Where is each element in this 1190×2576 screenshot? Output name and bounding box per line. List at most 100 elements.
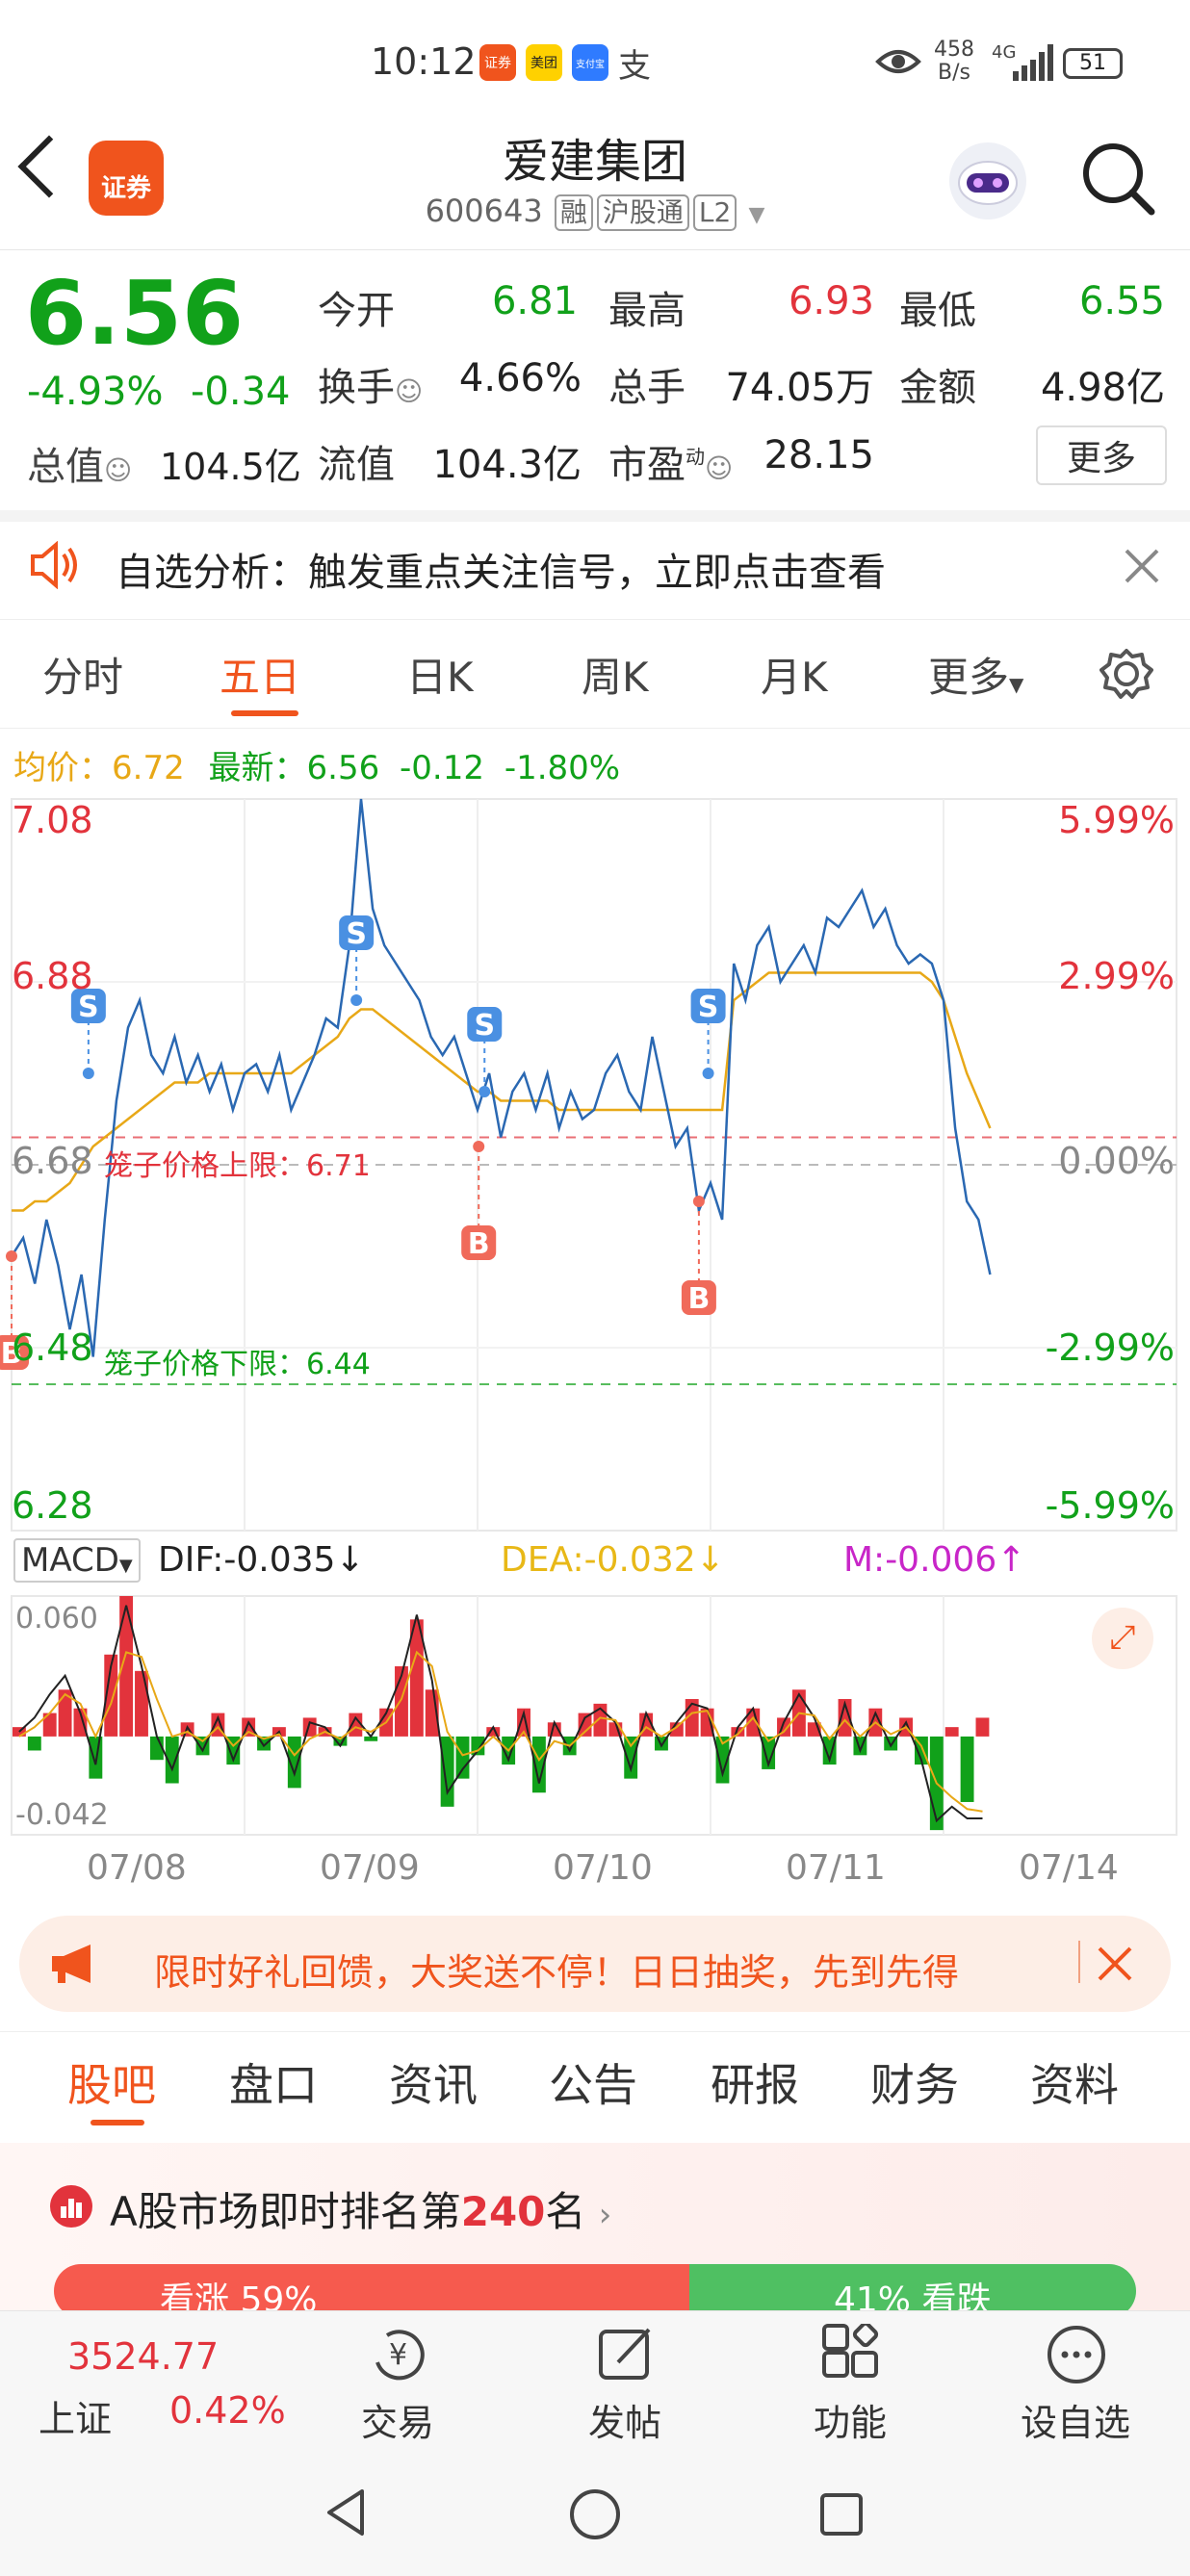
macd-select[interactable]: MACD▼ — [13, 1538, 141, 1583]
macd-bar — [455, 1736, 470, 1779]
market-cap-label: 总值☺ — [27, 445, 133, 489]
macd-m: M:-0.006↑ — [843, 1540, 1026, 1580]
open-value: 6.81 — [491, 279, 578, 323]
chevron-right-icon: › — [598, 2196, 612, 2234]
notice-text: 自选分析：触发重点关注信号，立即点击查看 — [116, 551, 886, 595]
nav-home-icon[interactable] — [568, 2487, 622, 2541]
trade-icon: ¥ — [375, 2330, 425, 2381]
y-tick-left: 6.48 — [12, 1327, 93, 1369]
open-label: 今开 — [318, 289, 395, 333]
more-dots-icon — [1048, 2326, 1105, 2383]
search-icon[interactable] — [1078, 139, 1157, 218]
x-tick: 07/10 — [553, 1848, 653, 1888]
dif-line — [18, 1605, 983, 1823]
chevron-down-icon: ▼ — [1009, 673, 1024, 696]
market-cap-value: 104.5亿 — [160, 446, 301, 488]
close-icon[interactable] — [1096, 1945, 1134, 1983]
ranking-text: A股市场即时排名第240名 › — [110, 2188, 612, 2235]
y-tick-right: 0.00% — [1058, 1140, 1175, 1182]
marker-dot — [82, 1068, 94, 1079]
tab-news[interactable]: 资讯 — [389, 2050, 478, 2114]
tab-research[interactable]: 研报 — [711, 2050, 799, 2114]
battery-icon: 51 — [1063, 48, 1123, 79]
y-tick-left: 6.28 — [12, 1484, 93, 1527]
summary-line: 均价：6.72 最新：6.56 -0.12 -1.80% — [13, 749, 621, 787]
assistant-robot-icon[interactable] — [942, 135, 1034, 227]
pe-value: 28.15 — [763, 433, 874, 477]
eye-icon — [875, 50, 921, 73]
status-bar: 10:12 证券 美团 支付宝 支 458 B/s 4G 51 — [0, 0, 1190, 125]
amount-label: 金额 — [899, 366, 976, 410]
tab-announcements[interactable]: 公告 — [549, 2050, 637, 2114]
divider — [1078, 1941, 1080, 1983]
more-button[interactable]: 更多 — [1036, 425, 1167, 485]
active-tab-indicator — [91, 2120, 144, 2125]
y-tick-left: 6.68 — [12, 1140, 93, 1182]
change-abs: -0.34 — [191, 370, 291, 414]
macd-bar — [975, 1717, 990, 1737]
x-tick: 07/11 — [786, 1848, 886, 1888]
high-label: 最高 — [608, 289, 686, 333]
lower-limit-label: 笼子价格下限：6.44 — [104, 1348, 371, 1381]
volume-value: 74.05万 — [725, 366, 874, 410]
y-tick-left: 6.88 — [12, 955, 93, 997]
tab-weekly-k[interactable]: 周K — [582, 645, 649, 704]
index-value[interactable]: 3524.77 — [67, 2335, 219, 2378]
macd-bar — [302, 1717, 317, 1737]
marker-label: B — [468, 1227, 490, 1261]
app-notification-icon: 支付宝 — [572, 44, 608, 81]
tab-monthly-k[interactable]: 月K — [761, 645, 828, 704]
info-icon: ☺ — [395, 375, 424, 407]
volume-label: 总手 — [608, 366, 686, 410]
float-cap-label: 流值 — [318, 443, 395, 487]
speaker-icon — [31, 541, 77, 589]
tab-finance[interactable]: 财务 — [870, 2050, 959, 2114]
index-change[interactable]: 0.42% — [169, 2389, 286, 2432]
active-tab-indicator — [231, 710, 298, 716]
divider — [0, 2031, 1190, 2032]
tab-profile[interactable]: 资料 — [1030, 2050, 1119, 2114]
upper-limit-label: 笼子价格上限：6.71 — [104, 1149, 371, 1183]
chevron-down-icon: ▼ — [118, 1556, 133, 1576]
marker-label: S — [474, 1009, 495, 1043]
macd-bar — [944, 1727, 959, 1737]
close-icon[interactable] — [1123, 547, 1161, 585]
index-name[interactable]: 上证 — [39, 2389, 112, 2442]
tab-more[interactable]: 更多▼ — [928, 645, 1023, 704]
high-value: 6.93 — [788, 279, 874, 323]
tag-l2: L2 — [692, 194, 737, 231]
current-price: 6.56 — [25, 262, 244, 365]
info-icon: ☺ — [705, 452, 734, 484]
nav-recents-icon[interactable] — [818, 2491, 865, 2537]
nav-add-watchlist[interactable]: 设自选 — [1003, 2393, 1148, 2446]
macd-bar — [27, 1736, 41, 1751]
tab-daily-k[interactable]: 日K — [406, 645, 474, 704]
macd-dif: DIF:-0.035↓ — [158, 1540, 365, 1580]
app-notification-icon: 美团 — [526, 44, 562, 81]
marker-dot — [350, 994, 363, 1006]
post-icon — [599, 2328, 651, 2380]
marker-label: S — [346, 917, 367, 951]
nav-post[interactable]: 发帖 — [553, 2393, 697, 2446]
x-tick: 07/14 — [1019, 1848, 1119, 1888]
nav-trade[interactable]: 交易 — [325, 2393, 470, 2446]
price-line — [10, 798, 992, 1357]
marker-dot — [702, 1068, 714, 1079]
y-tick-left: 7.08 — [12, 799, 93, 841]
signal-icon — [1013, 44, 1053, 81]
tab-five-day[interactable]: 五日 — [220, 645, 300, 704]
gear-icon[interactable] — [1099, 647, 1153, 701]
expand-icon[interactable]: ⤢ — [1092, 1608, 1153, 1669]
x-tick: 07/09 — [320, 1848, 420, 1888]
tab-forum[interactable]: 股吧 — [67, 2050, 156, 2114]
divider — [0, 728, 1190, 729]
nav-back-icon[interactable] — [323, 2487, 370, 2537]
chevron-down-icon: ▼ — [748, 203, 765, 227]
tab-timeshare[interactable]: 分时 — [42, 645, 123, 704]
megaphone-icon — [52, 1945, 91, 1983]
nav-function[interactable]: 功能 — [778, 2393, 922, 2446]
marker-dot — [6, 1250, 17, 1262]
tab-order-book[interactable]: 盘口 — [229, 2050, 318, 2114]
low-value: 6.55 — [1078, 279, 1165, 323]
banner-text: 限时好礼回馈，大奖送不停！日日抽奖，先到先得 — [154, 1951, 960, 1994]
